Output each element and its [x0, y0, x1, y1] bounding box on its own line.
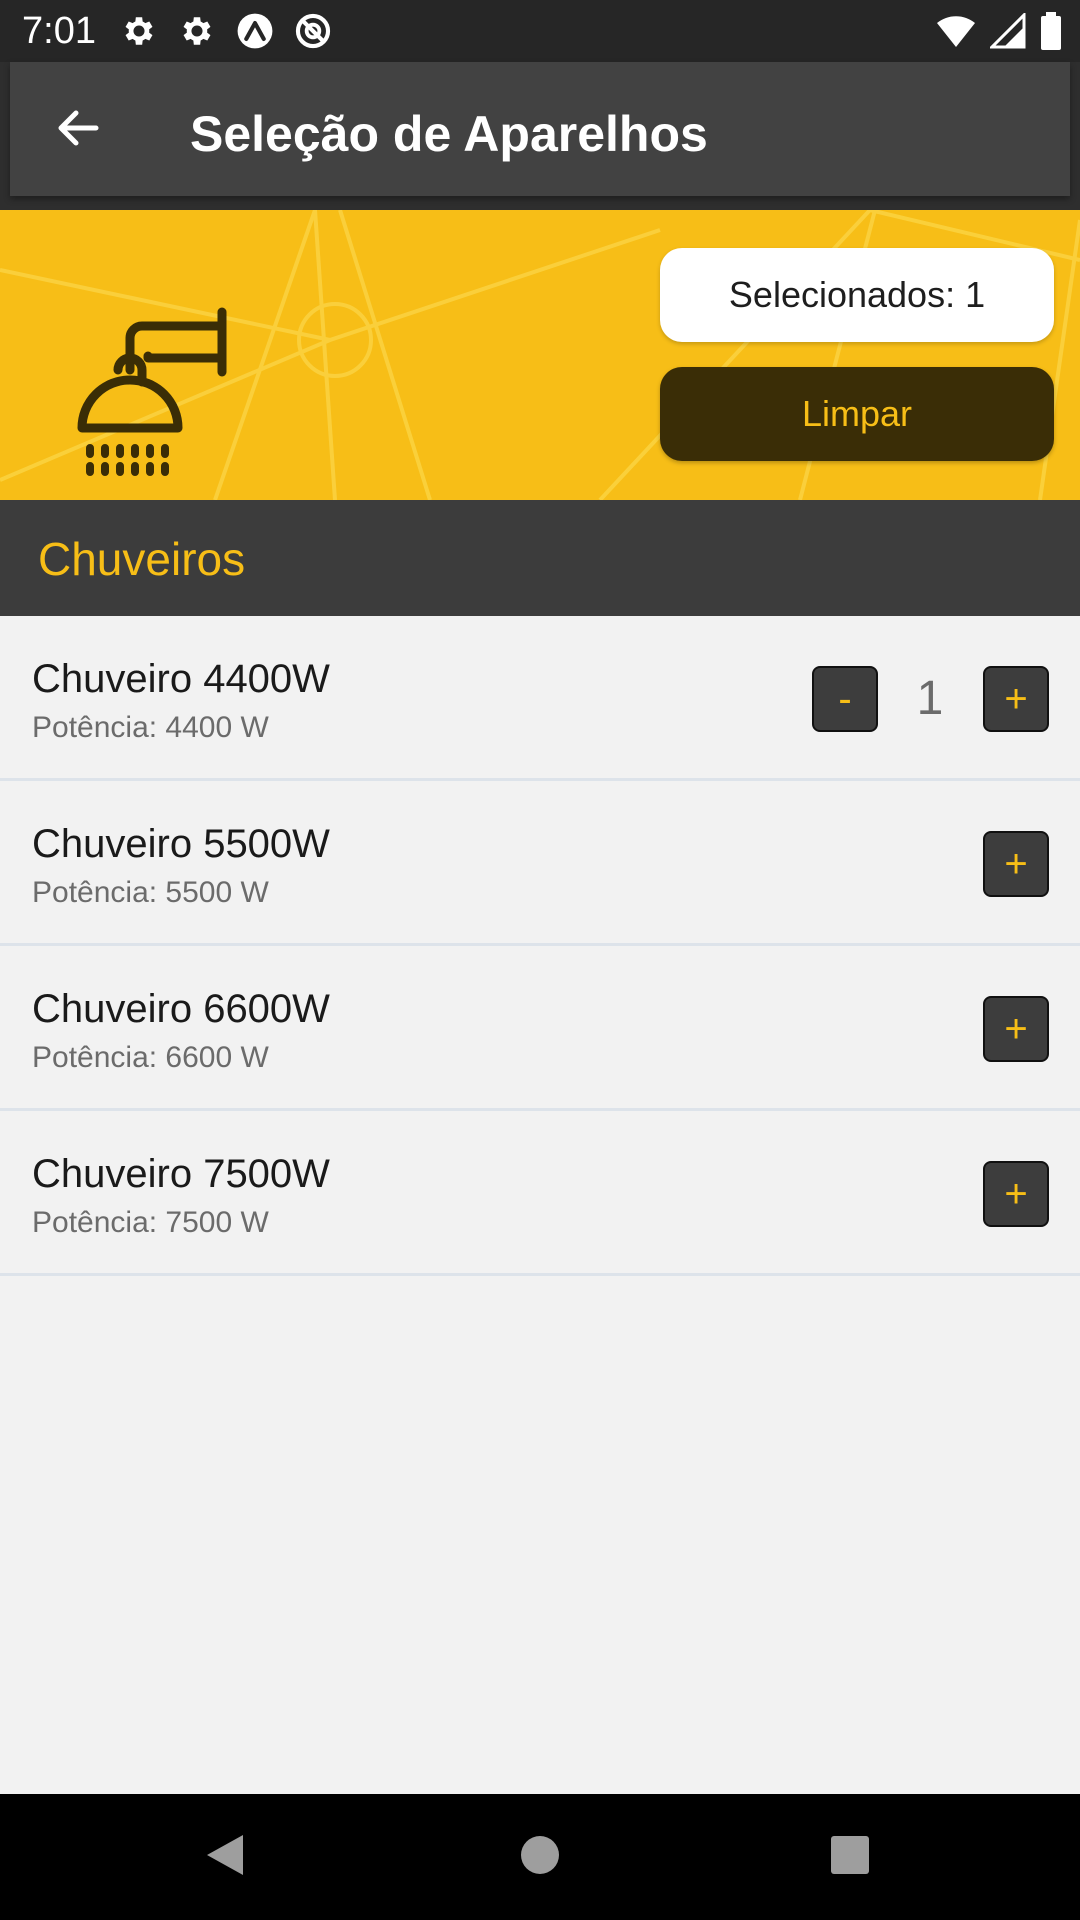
item-name: Chuveiro 5500W	[32, 822, 330, 866]
nav-back-button[interactable]	[190, 1822, 260, 1892]
item-power: Potência: 4400 W	[32, 711, 269, 744]
system-nav-bar	[0, 1794, 1080, 1920]
signal-icon	[990, 13, 1026, 49]
category-banner: Selecionados: 1 Limpar	[0, 210, 1080, 500]
expo-icon	[236, 12, 274, 50]
shower-icon	[76, 260, 236, 500]
increment-button[interactable]: +	[983, 666, 1049, 732]
item-name: Chuveiro 4400W	[32, 657, 330, 701]
list-item: Chuveiro 4400W Potência: 4400 W - 1 +	[0, 616, 1080, 781]
section-header: Chuveiros	[0, 500, 1080, 616]
selected-count-badge: Selecionados: 1	[660, 248, 1054, 342]
toolbar: Seleção de Aparelhos	[10, 62, 1070, 196]
home-circle-icon	[518, 1833, 562, 1882]
increment-button[interactable]: +	[983, 831, 1049, 897]
nav-home-button[interactable]	[505, 1822, 575, 1892]
item-name: Chuveiro 6600W	[32, 987, 330, 1031]
nav-recents-button[interactable]	[815, 1822, 885, 1892]
item-power: Potência: 5500 W	[32, 876, 269, 909]
gear-icon	[178, 12, 216, 50]
appliance-list: Chuveiro 4400W Potência: 4400 W - 1 + Ch…	[0, 616, 1080, 1276]
battery-icon	[1040, 12, 1062, 50]
back-triangle-icon	[203, 1831, 247, 1884]
list-item: Chuveiro 7500W Potência: 7500 W +	[0, 1111, 1080, 1276]
increment-button[interactable]: +	[983, 996, 1049, 1062]
no-disturb-icon	[294, 12, 332, 50]
decrement-button[interactable]: -	[812, 666, 878, 732]
back-button[interactable]	[40, 92, 116, 168]
list-item: Chuveiro 5500W Potência: 5500 W +	[0, 781, 1080, 946]
increment-button[interactable]: +	[983, 1161, 1049, 1227]
recents-square-icon	[828, 1833, 872, 1882]
wifi-icon	[936, 13, 976, 49]
list-item: Chuveiro 6600W Potência: 6600 W +	[0, 946, 1080, 1111]
gear-icon	[120, 12, 158, 50]
item-power: Potência: 7500 W	[32, 1206, 269, 1239]
page-title: Seleção de Aparelhos	[190, 106, 708, 162]
arrow-left-icon	[54, 104, 102, 157]
app-bar: Seleção de Aparelhos	[0, 62, 1080, 210]
item-power: Potência: 6600 W	[32, 1041, 269, 1074]
quantity-value: 1	[916, 672, 944, 725]
status-icons-left	[120, 12, 332, 50]
status-time: 7:01	[22, 10, 96, 52]
clear-button[interactable]: Limpar	[660, 367, 1054, 461]
status-icons-right	[936, 12, 1062, 50]
item-name: Chuveiro 7500W	[32, 1152, 330, 1196]
status-bar: 7:01	[0, 0, 1080, 62]
section-title: Chuveiros	[38, 533, 246, 585]
